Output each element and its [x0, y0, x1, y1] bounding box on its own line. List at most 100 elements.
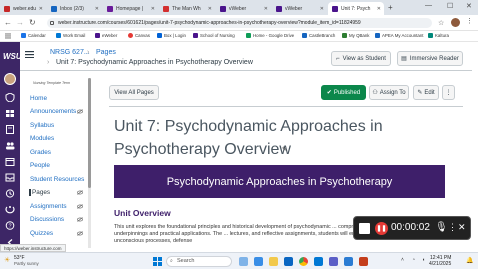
course-nav-people[interactable]: People [30, 162, 50, 169]
tab-label: weber.edu [13, 5, 37, 12]
back-icon[interactable]: ← [4, 18, 12, 27]
reload-icon[interactable]: ↻ [29, 18, 36, 27]
course-nav-modules[interactable]: Modules [30, 135, 54, 142]
profile-avatar[interactable] [451, 18, 460, 27]
pause-recording-button[interactable]: ❚❚ [375, 222, 388, 235]
browser-tab[interactable]: Inbox (2/3) ✕ [47, 2, 102, 15]
kaltura-icon [428, 33, 433, 38]
site-info-icon[interactable] [50, 21, 54, 25]
bookmark-box[interactable]: Box | Login [157, 33, 186, 38]
folder-icon[interactable] [269, 257, 278, 266]
new-tab-button[interactable]: + [388, 3, 393, 12]
dashboard-icon[interactable] [5, 109, 15, 118]
app-icon[interactable] [254, 257, 263, 266]
word-icon[interactable] [344, 257, 353, 266]
close-tab-icon[interactable]: ✕ [208, 6, 212, 12]
taskbar-date[interactable]: 4/21/2025 [429, 261, 451, 267]
edit-button[interactable]: ✎ Edit [413, 85, 439, 100]
course-menu-scrollbar[interactable] [88, 78, 91, 248]
view-all-pages-button[interactable]: View All Pages [109, 85, 159, 100]
volume-icon[interactable]: ◖ [422, 257, 425, 263]
published-button[interactable]: ✔ Published [321, 85, 366, 100]
maximize-window-button[interactable]: ☐ [447, 2, 453, 10]
course-nav-pages[interactable]: Pages [29, 189, 50, 196]
course-nav-discussions[interactable]: Discussions [30, 216, 64, 223]
bookmark-apea[interactable]: APEA My Accountant [375, 33, 424, 38]
admin-shield-icon[interactable] [5, 93, 15, 102]
svg-text:?: ? [8, 224, 11, 230]
assign-to-button[interactable]: ⚇ Assign To [369, 85, 409, 100]
microphone-icon[interactable]: 🎙 [435, 222, 448, 233]
close-window-button[interactable]: ✕ [466, 2, 472, 10]
notifications-icon[interactable]: 🔔 [466, 257, 473, 264]
weather-icon[interactable]: ☀ [4, 256, 10, 264]
history-icon[interactable] [5, 189, 15, 198]
forward-icon[interactable]: → [16, 18, 24, 27]
bookmark-kaltura[interactable]: Kaltura [428, 33, 449, 38]
browser-tab[interactable]: vWeber ✕ [272, 2, 327, 15]
close-tab-icon[interactable]: ✕ [39, 6, 43, 12]
immersive-reader-button[interactable]: ▤ Immersive Reader [397, 51, 463, 66]
calendar-icon[interactable] [5, 157, 15, 166]
bookmark-calendar[interactable]: Calendar [21, 33, 46, 38]
bookmark-school-of-nursing[interactable]: School of Nursing [193, 33, 235, 38]
course-nav-assignments[interactable]: Assignments [30, 203, 67, 210]
wifi-icon[interactable]: ◔ [412, 257, 415, 263]
account-avatar[interactable] [4, 73, 16, 85]
inbox-icon[interactable] [5, 173, 15, 182]
close-tab-icon[interactable]: ✕ [151, 6, 155, 12]
browser-menu-icon[interactable]: ⋮ [466, 17, 473, 25]
bookmark-canvas[interactable]: Canvas [128, 33, 150, 38]
commons-icon[interactable] [5, 205, 15, 214]
groups-icon[interactable] [5, 141, 15, 150]
more-options-button[interactable]: ⋮ [442, 85, 455, 100]
minimize-window-button[interactable]: — [425, 2, 432, 9]
browser-tab[interactable]: weber.edu ✕ [0, 2, 46, 15]
courses-book-icon[interactable] [5, 125, 15, 134]
recorder-menu-icon[interactable]: ⋮ [448, 222, 457, 233]
stop-recording-button[interactable] [359, 223, 370, 234]
course-menu-toggle-icon[interactable] [25, 51, 34, 58]
browser-tab[interactable]: The Man Wh ✕ [159, 2, 215, 15]
browser-tab-active[interactable]: Unit 7: Psych ✕ [328, 2, 384, 15]
view-as-student-button[interactable]: ⌐ View as Student [331, 51, 391, 66]
bookmark-castlebranch[interactable]: CastleBranch [302, 33, 335, 38]
breadcrumb-course-link[interactable]: NRSG 627... [50, 49, 90, 56]
bookmark-my-qbank[interactable]: My QBank [342, 33, 370, 38]
course-nav-syllabus[interactable]: Syllabus [30, 122, 54, 129]
close-tab-icon[interactable]: ✕ [95, 6, 99, 12]
breadcrumb-pages-link[interactable]: Pages [96, 49, 116, 56]
course-nav-quizzes[interactable]: Quizzes [30, 230, 53, 237]
windows-start-icon[interactable] [153, 257, 162, 266]
bookmark-work-email[interactable]: Work Email [56, 33, 85, 38]
recorder-close-icon[interactable]: ✕ [458, 222, 466, 233]
outlook-icon[interactable] [314, 257, 323, 266]
chrome-icon[interactable] [299, 257, 308, 266]
close-tab-icon[interactable]: ✕ [377, 6, 381, 12]
apps-icon[interactable] [5, 33, 11, 39]
bookmark-eweber[interactable]: eWeber [95, 33, 117, 38]
taskbar-search[interactable]: ⌕ Search [166, 256, 232, 267]
course-nav-student-resources[interactable]: Student Resources [30, 176, 84, 183]
store-icon[interactable] [284, 257, 293, 266]
close-tab-icon[interactable]: ✕ [320, 6, 324, 12]
section-heading: Unit Overview [114, 208, 171, 218]
scrollbar-thumb[interactable] [88, 78, 91, 188]
powerpoint-icon[interactable] [359, 257, 368, 266]
tab-favicon-icon [163, 5, 169, 12]
file-explorer-icon[interactable] [239, 257, 248, 266]
browser-tab[interactable]: Homepage | ✕ [103, 2, 158, 15]
course-nav-announcements[interactable]: Announcements [30, 108, 76, 115]
course-nav-grades[interactable]: Grades [30, 149, 51, 156]
help-icon[interactable]: ? [5, 221, 15, 230]
url-field[interactable]: weber.instructure.com/courses/601621/pag… [47, 18, 432, 28]
close-tab-icon[interactable]: ✕ [264, 6, 268, 12]
weber-state-logo[interactable]: WSU [3, 52, 22, 61]
bookmark-google-drive[interactable]: Home - Google Drive [246, 33, 294, 38]
star-icon[interactable]: ☆ [438, 19, 444, 27]
accessibility-icon[interactable]: ✎ [282, 146, 287, 153]
browser-tab[interactable]: vWeber ✕ [216, 2, 271, 15]
teams-icon[interactable] [329, 257, 338, 266]
course-nav-home[interactable]: Home [30, 95, 47, 102]
tray-chevron-icon[interactable]: ˄ [401, 257, 404, 263]
